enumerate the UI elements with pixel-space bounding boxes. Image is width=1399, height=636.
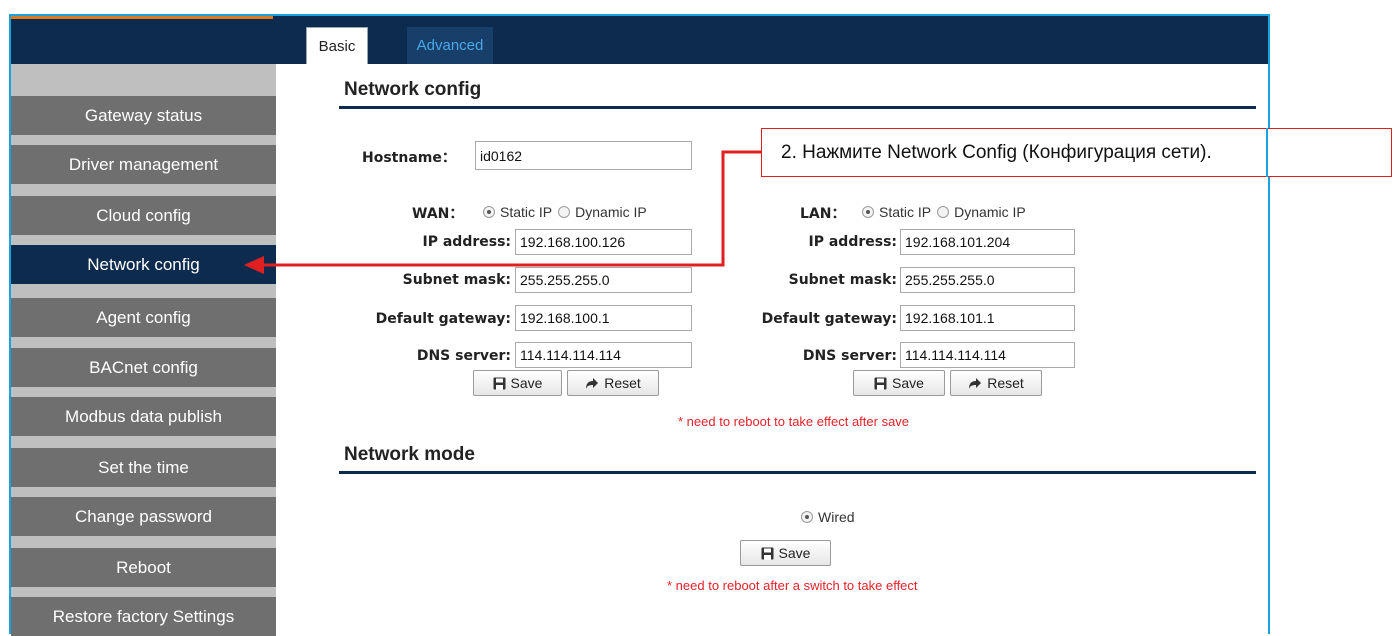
annotation-arrow <box>244 150 761 274</box>
frame-edge-overlay <box>1266 128 1268 177</box>
annotation-callout: 2. Нажмите Network Config (Конфигурация … <box>761 128 1392 177</box>
